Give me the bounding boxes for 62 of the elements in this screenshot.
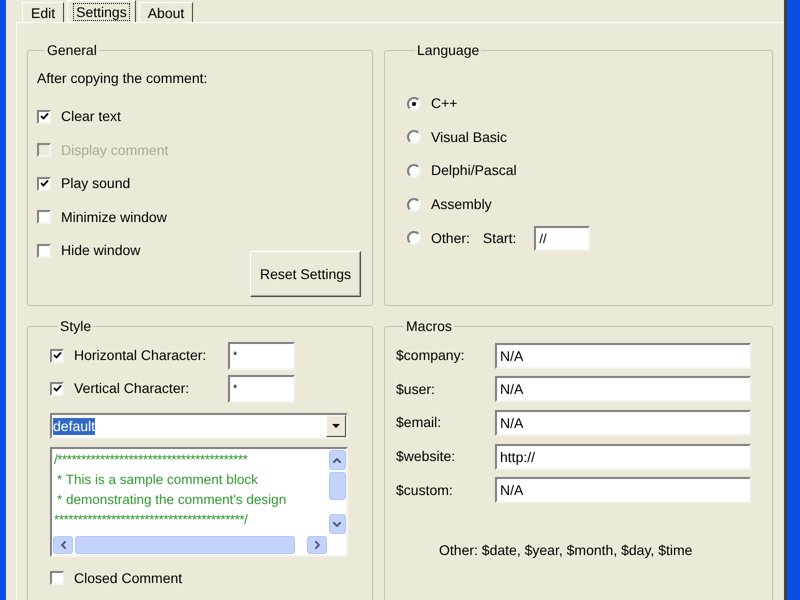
character-field[interactable]: * <box>228 342 295 370</box>
radio-label[interactable]: Visual Basic <box>431 126 508 148</box>
group-title: Macros <box>405 317 453 336</box>
group-title: General <box>46 41 98 60</box>
checkbox-label[interactable]: Hide window <box>61 240 140 262</box>
checkbox-label[interactable]: Horizontal Character: <box>74 345 228 366</box>
intro-text: After copying the comment: <box>37 69 208 88</box>
radio-button[interactable] <box>407 198 421 212</box>
preview-line: /**************************************** <box>54 451 249 469</box>
preview-line: * demonstrating the comment's design <box>56 491 288 509</box>
group-title: Style <box>59 317 92 336</box>
checkbox[interactable] <box>37 110 51 124</box>
preset-dropdown[interactable]: default <box>50 413 348 439</box>
macro-field[interactable]: N/A <box>495 342 751 369</box>
scroll-left-icon[interactable] <box>53 536 73 554</box>
radio-button[interactable] <box>407 164 421 178</box>
checkbox[interactable] <box>37 176 51 191</box>
scroll-down-icon[interactable] <box>328 514 346 534</box>
tab[interactable]: Settings <box>67 0 136 22</box>
field-label: $custom: <box>396 480 454 500</box>
radio-label[interactable]: C++ <box>431 93 458 114</box>
scroll-thumb[interactable] <box>328 472 346 500</box>
dropdown-value: default <box>53 418 96 434</box>
field-label: $website: <box>396 447 456 466</box>
preview-line: ****************************************/ <box>54 511 249 529</box>
scroll-thumb[interactable] <box>75 536 295 554</box>
scroll-right-icon[interactable] <box>307 536 327 554</box>
radio-label[interactable]: Other: <box>431 228 470 249</box>
scroll-up-icon[interactable] <box>328 450 346 470</box>
macro-field[interactable]: N/A <box>495 410 751 436</box>
checkbox[interactable] <box>50 382 64 396</box>
radio-button[interactable] <box>407 96 421 111</box>
checkbox[interactable] <box>50 348 64 362</box>
checkbox-label[interactable]: Clear text <box>61 106 121 128</box>
horizontal-scrollbar[interactable] <box>52 535 328 555</box>
checkbox-label[interactable]: Minimize window <box>61 206 167 228</box>
checkbox[interactable] <box>50 571 64 585</box>
macro-field[interactable]: N/A <box>495 376 751 402</box>
start-field[interactable]: // <box>534 226 590 251</box>
vertical-scrollbar[interactable] <box>328 449 346 535</box>
checkbox[interactable] <box>37 244 51 258</box>
radio-button[interactable] <box>407 231 421 246</box>
radio-label[interactable]: Delphi/Pascal <box>431 160 517 182</box>
hint-text: Other: $date, $year, $month, $day, $time <box>438 540 694 560</box>
checkbox[interactable] <box>37 210 51 224</box>
macro-field[interactable]: http:// <box>495 444 751 470</box>
field-label: Start: <box>482 228 516 248</box>
character-field[interactable]: * <box>228 374 295 402</box>
radio-button[interactable] <box>407 130 421 144</box>
field-label: $company: <box>396 346 466 366</box>
tab[interactable]: Edit <box>22 2 64 22</box>
checkbox-label[interactable]: Vertical Character: <box>74 378 228 399</box>
field-label: $email: <box>396 413 442 432</box>
radio-label[interactable]: Assembly <box>431 194 492 216</box>
tab[interactable]: About <box>138 2 194 22</box>
group-title: Language <box>416 41 480 60</box>
field-label: $user: <box>396 380 436 399</box>
reset-settings-button[interactable]: Reset Settings <box>250 251 361 297</box>
macro-field[interactable]: N/A <box>495 477 751 504</box>
preview-line: * This is a sample comment block <box>56 471 259 489</box>
checkbox-label[interactable]: Closed Comment <box>74 568 182 588</box>
checkbox-label[interactable]: Play sound <box>61 173 130 194</box>
